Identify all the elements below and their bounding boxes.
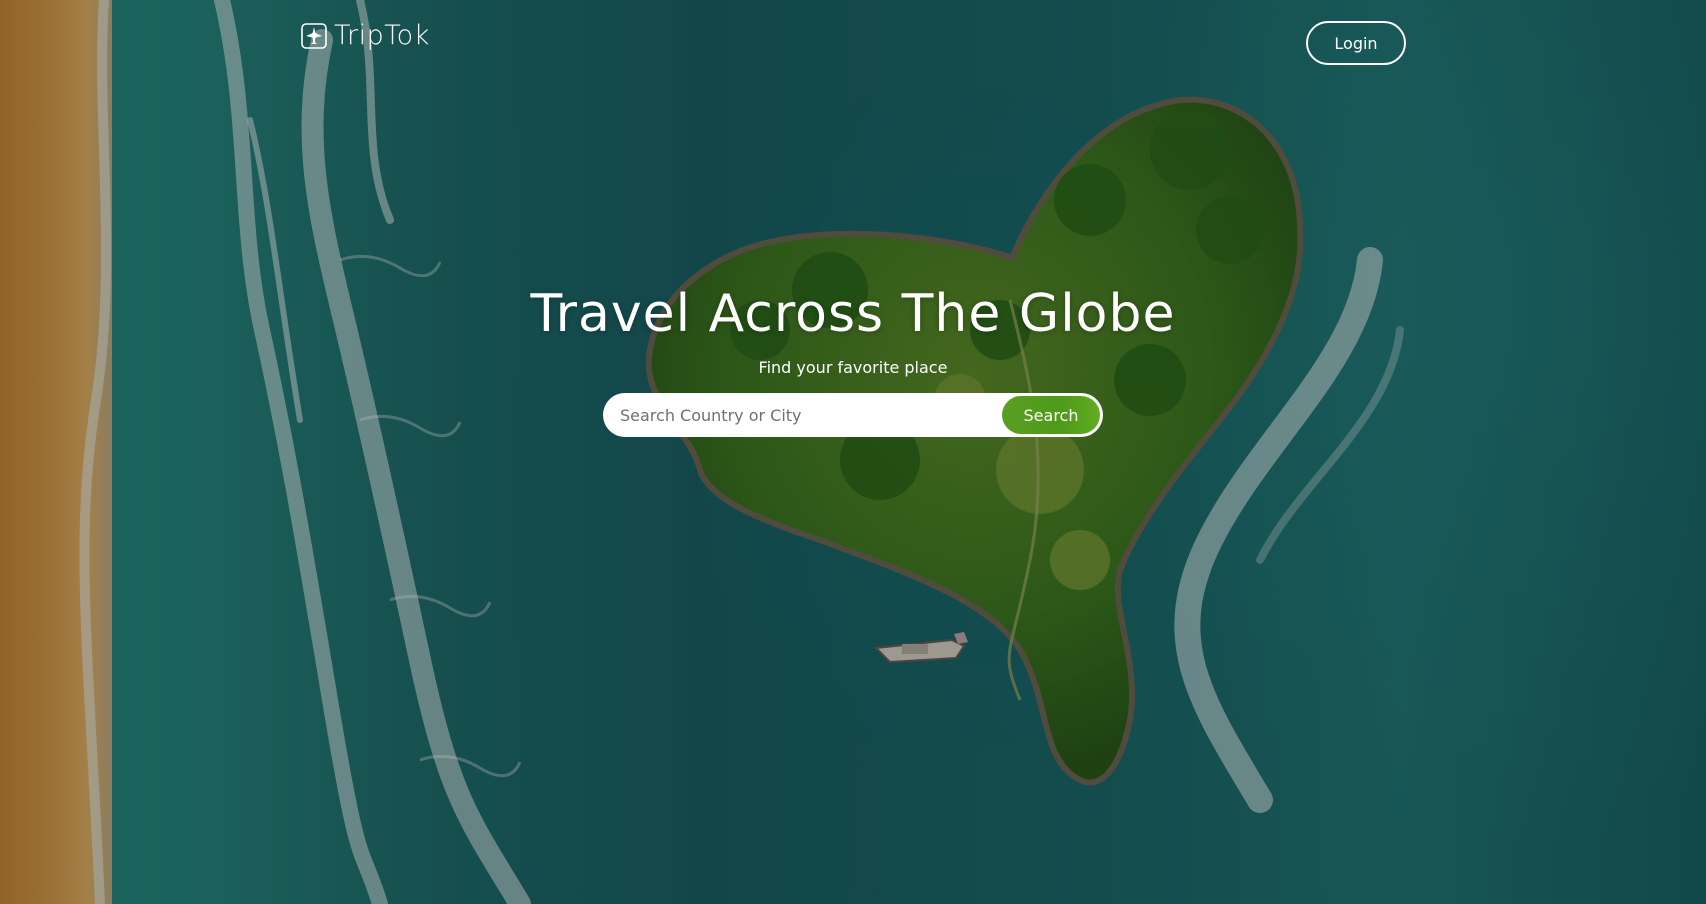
hero-title: Travel Across The Globe xyxy=(530,284,1176,344)
search-button[interactable]: Search xyxy=(1002,396,1100,434)
search-input[interactable] xyxy=(618,395,1002,435)
airplane-icon xyxy=(301,22,327,49)
search-bar: Search xyxy=(603,393,1103,437)
brand-name: TripTok xyxy=(334,20,430,51)
dark-overlay xyxy=(0,0,1706,904)
brand-logo[interactable]: TripTok xyxy=(300,20,430,51)
login-button[interactable]: Login xyxy=(1306,21,1406,65)
hero-subtitle: Find your favorite place xyxy=(758,358,948,377)
hero-section: Travel Across The Globe Find your favori… xyxy=(0,278,1706,437)
hero-background-image xyxy=(0,0,1706,904)
